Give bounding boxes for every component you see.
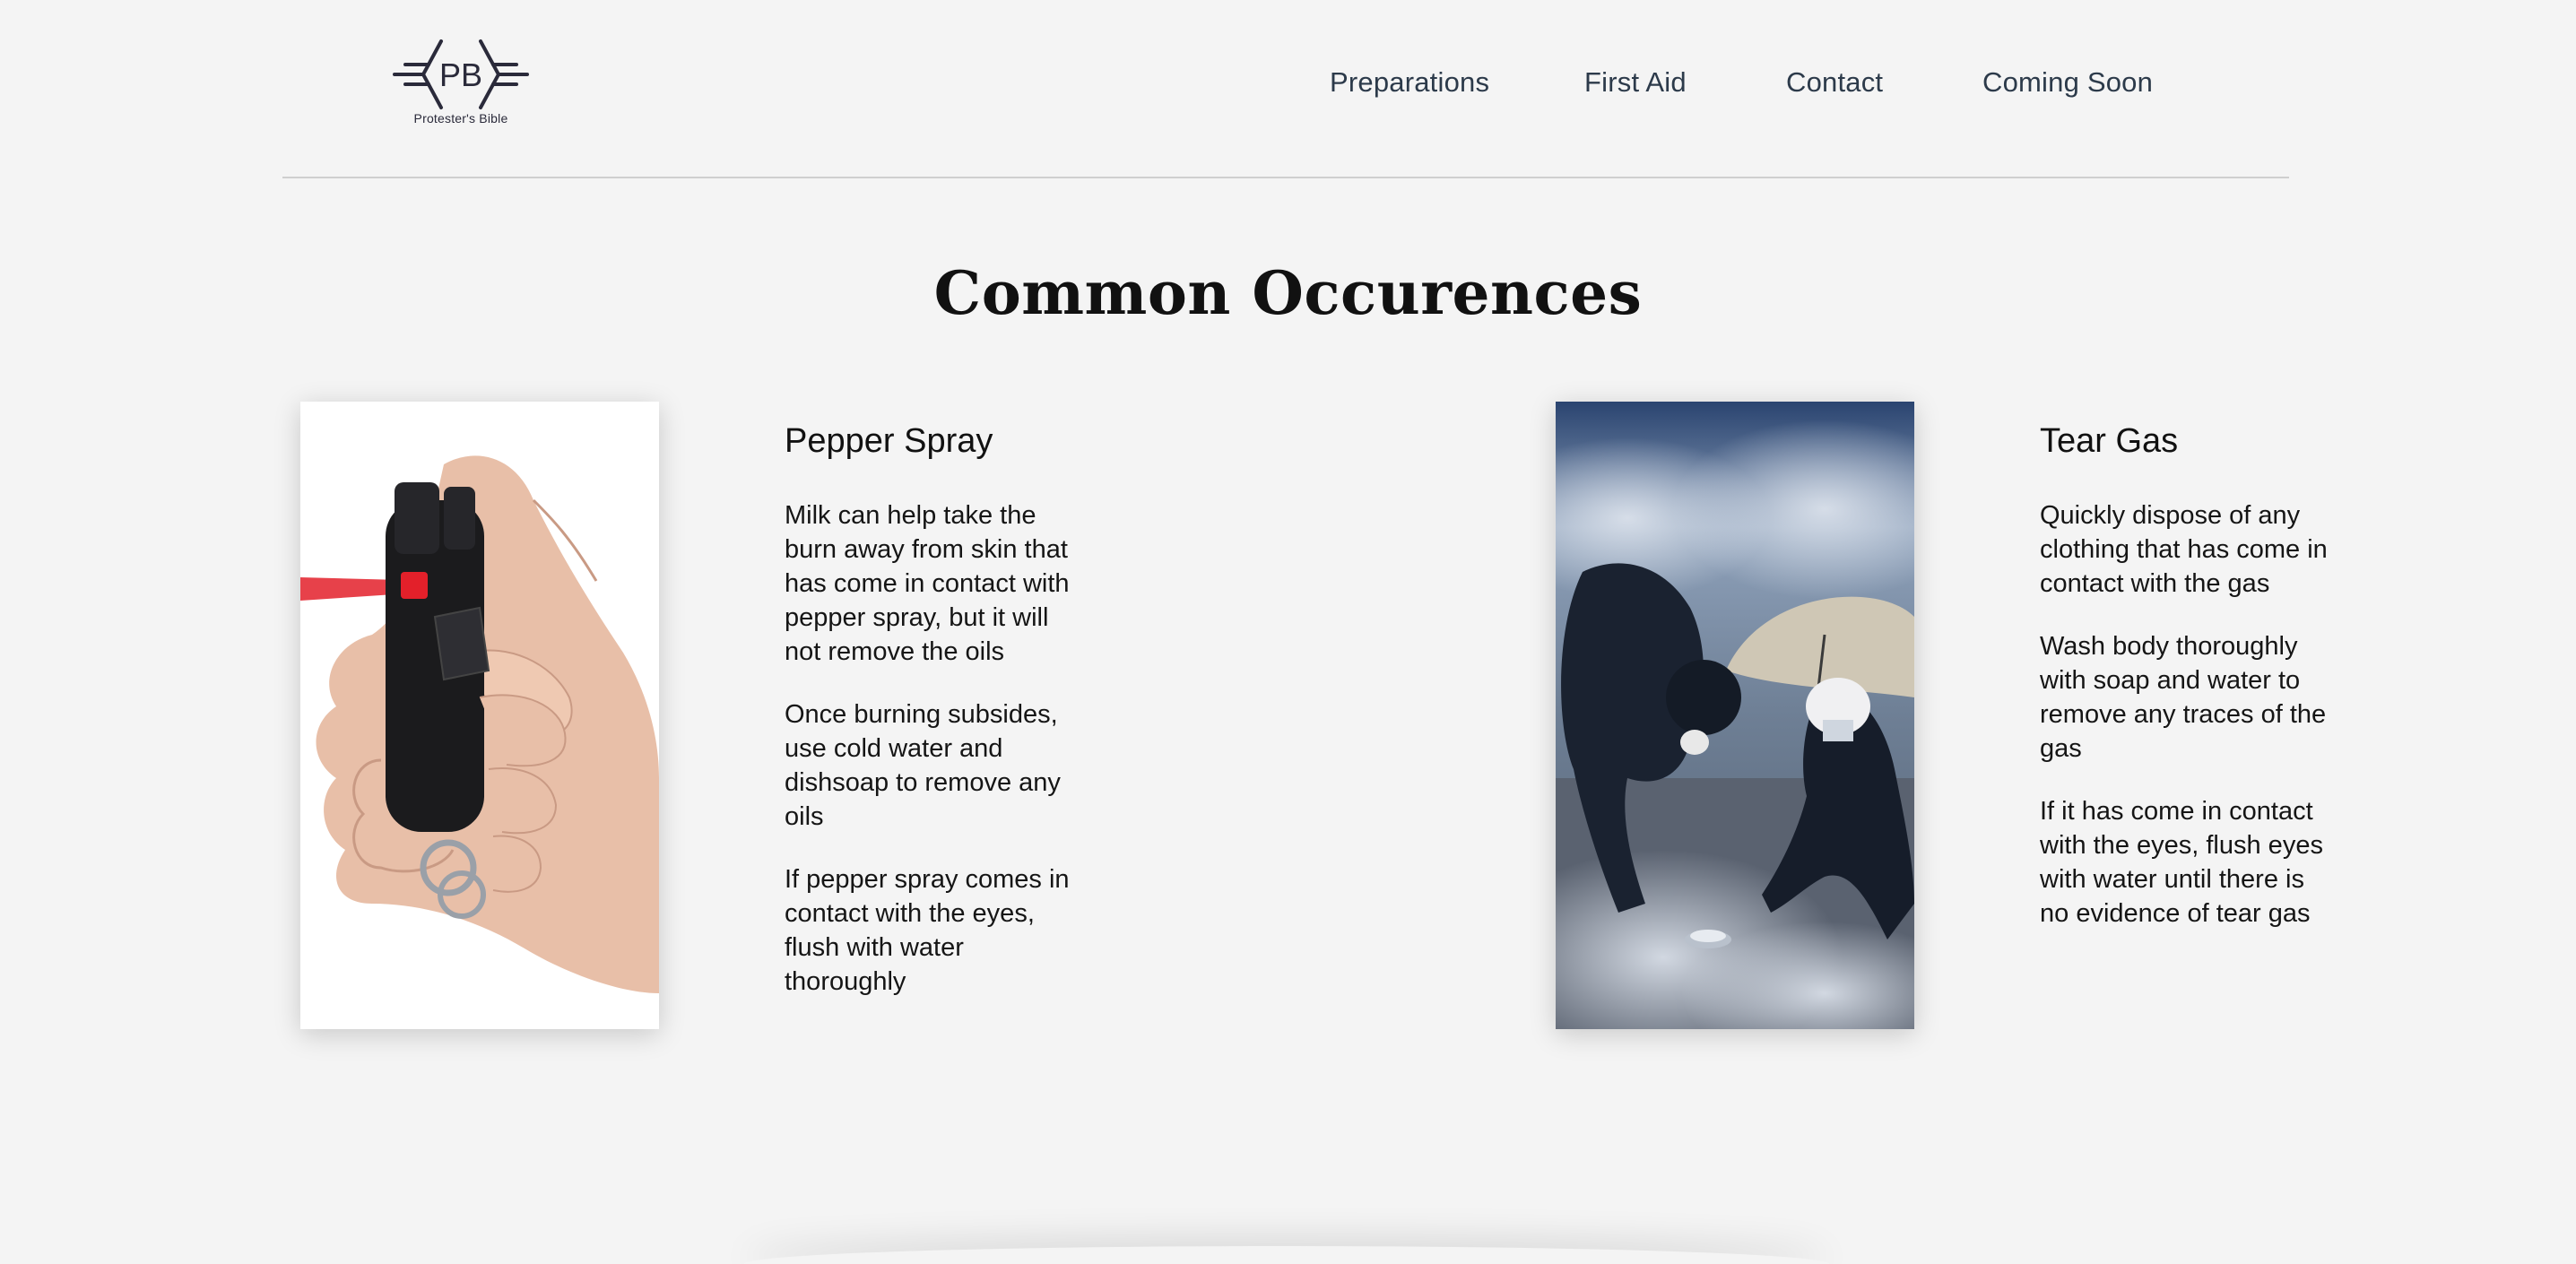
pepper-spray-photo bbox=[300, 402, 659, 1029]
card-paragraph: Wash body thoroughly with soap and water… bbox=[2040, 632, 2327, 763]
page-title: Common Occurences bbox=[933, 258, 1643, 329]
nav-first-aid[interactable]: First Aid bbox=[1584, 66, 1687, 99]
header-divider bbox=[282, 177, 2289, 178]
card-heading: Pepper Spray bbox=[785, 422, 993, 460]
card-paragraph: If it has come in contact with the eyes,… bbox=[2040, 797, 2323, 928]
tear-gas-card: Tear Gas Quickly dispose of any clothing… bbox=[2040, 420, 2336, 959]
next-section-edge bbox=[744, 1246, 1829, 1264]
pepper-spray-card: Pepper Spray Milk can help take the burn… bbox=[785, 420, 1080, 1027]
card-heading: Tear Gas bbox=[2040, 422, 2179, 460]
page: PB Protester's Bible Preparations First … bbox=[0, 0, 2576, 1264]
card-paragraph: If pepper spray comes in contact with th… bbox=[785, 865, 1070, 996]
nav-preparations[interactable]: Preparations bbox=[1330, 66, 1489, 99]
card-paragraph: Once burning subsides, use cold water an… bbox=[785, 700, 1061, 831]
card-paragraph: Milk can help take the burn away from sk… bbox=[785, 501, 1070, 666]
nav-contact[interactable]: Contact bbox=[1786, 66, 1883, 99]
tear-gas-photo bbox=[1556, 402, 1914, 1029]
card-paragraph: Quickly dispose of any clothing that has… bbox=[2040, 501, 2328, 598]
main-nav: Preparations First Aid Contact Coming So… bbox=[0, 66, 2576, 111]
nav-coming-soon[interactable]: Coming Soon bbox=[1982, 66, 2153, 99]
logo-caption: Protester's Bible bbox=[413, 111, 508, 126]
